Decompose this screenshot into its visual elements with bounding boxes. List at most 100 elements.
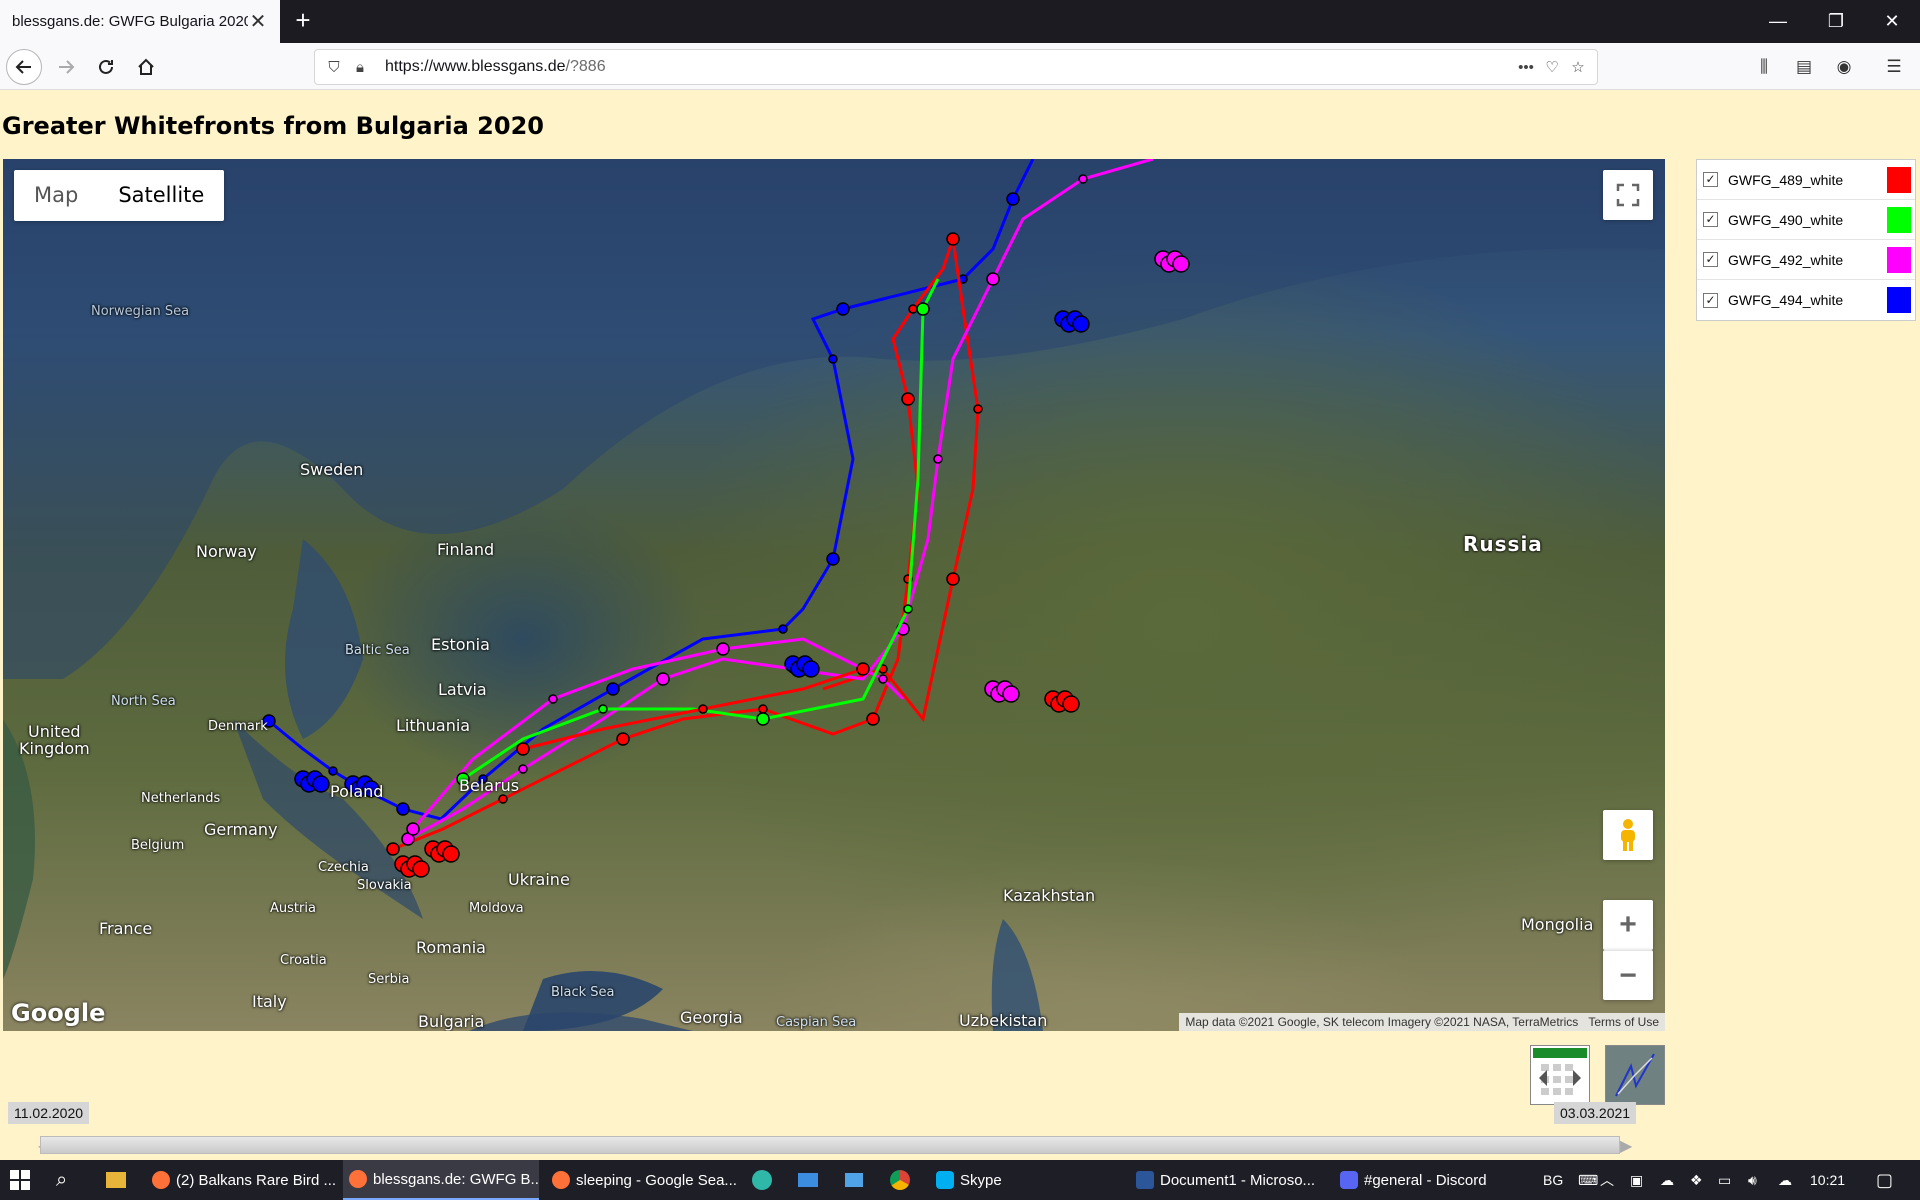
back-button[interactable] — [6, 49, 42, 85]
taskbar-item-skype[interactable]: Skype — [934, 1160, 1074, 1200]
restore-icon[interactable]: ❐ — [1808, 0, 1864, 43]
legend-row-494[interactable]: ✓ GWFG_494_white — [1697, 280, 1915, 320]
search-icon[interactable]: ⌕ — [56, 1160, 80, 1200]
track-point[interactable] — [406, 822, 420, 836]
track-point[interactable] — [758, 704, 768, 714]
track-point[interactable] — [901, 392, 915, 406]
track-point[interactable] — [828, 354, 838, 364]
legend-row-490[interactable]: ✓ GWFG_490_white — [1697, 200, 1915, 240]
location-cluster-point[interactable] — [1172, 255, 1190, 273]
legend-row-489[interactable]: ✓ GWFG_489_white — [1697, 160, 1915, 200]
dropbox-icon[interactable]: ❖ — [1690, 1160, 1703, 1200]
edge-icon[interactable] — [752, 1160, 776, 1200]
library-icon[interactable]: ⫼ — [1752, 55, 1776, 79]
terms-link[interactable]: Terms of Use — [1588, 1013, 1659, 1031]
location-cluster-point[interactable] — [412, 860, 430, 878]
map-type-satellite-button[interactable]: Satellite — [98, 170, 224, 221]
track-point[interactable] — [616, 732, 630, 746]
url-bar[interactable]: ⛉ 🔒︎ https://www.blessgans.de/?886 ••• ♡… — [314, 49, 1598, 85]
track-point[interactable] — [778, 624, 788, 634]
track-point[interactable] — [946, 572, 960, 586]
account-icon[interactable]: ◉ — [1832, 55, 1856, 79]
forward-button[interactable] — [48, 49, 84, 85]
track-point[interactable] — [656, 672, 670, 686]
volume-icon[interactable]: 🔊︎ — [1748, 1160, 1757, 1200]
map-type-map-button[interactable]: Map — [14, 170, 98, 221]
home-button[interactable] — [128, 49, 164, 85]
track-point[interactable] — [598, 704, 608, 714]
location-cluster-point[interactable] — [442, 845, 460, 863]
mail-icon[interactable] — [798, 1160, 822, 1200]
overview-map-button[interactable] — [1605, 1045, 1665, 1105]
track-point[interactable] — [328, 766, 338, 776]
street-view-pegman[interactable] — [1603, 810, 1653, 860]
track-point[interactable] — [1078, 174, 1088, 184]
track-point[interactable] — [516, 742, 530, 756]
minimize-icon[interactable]: — — [1750, 0, 1806, 43]
zoom-out-button[interactable]: − — [1603, 950, 1653, 1000]
track-point[interactable] — [866, 712, 880, 726]
timeline-right-arrow-icon[interactable]: ▶ — [1620, 1136, 1632, 1156]
pocket-icon[interactable]: ♡ — [1539, 54, 1565, 80]
track-point[interactable] — [856, 662, 870, 676]
track-point[interactable] — [946, 232, 960, 246]
track-point[interactable] — [916, 302, 930, 316]
fullscreen-button[interactable] — [1603, 170, 1653, 220]
location-cluster-point[interactable] — [802, 660, 820, 678]
tray-chevron-icon[interactable]: ︿ — [1600, 1160, 1614, 1200]
location-cluster-point[interactable] — [312, 775, 330, 793]
file-explorer-icon[interactable] — [106, 1160, 130, 1200]
track-point[interactable] — [518, 764, 528, 774]
track-point[interactable] — [498, 794, 508, 804]
chrome-icon[interactable] — [890, 1160, 914, 1200]
zoom-in-button[interactable]: + — [1603, 900, 1653, 950]
notifications-icon[interactable]: ▢ — [1876, 1160, 1893, 1200]
legend-checkbox-489[interactable]: ✓ — [1703, 172, 1718, 187]
track-point[interactable] — [386, 842, 400, 856]
track-point[interactable] — [1006, 192, 1020, 206]
tab-close-icon[interactable]: ✕ — [248, 9, 268, 34]
location-cluster-point[interactable] — [1002, 685, 1020, 703]
app-icon[interactable] — [845, 1160, 869, 1200]
location-cluster-point[interactable] — [1062, 695, 1080, 713]
legend-checkbox-494[interactable]: ✓ — [1703, 292, 1718, 308]
new-tab-icon[interactable]: + — [288, 6, 318, 36]
track-point[interactable] — [908, 304, 918, 314]
track-point[interactable] — [836, 302, 850, 316]
track-point[interactable] — [986, 272, 1000, 286]
taskbar-item-blessgans[interactable]: blessgans.de: GWFG B... — [343, 1160, 539, 1200]
legend-checkbox-490[interactable]: ✓ — [1703, 212, 1718, 227]
menu-icon[interactable]: ☰ — [1882, 55, 1906, 79]
clock-time[interactable]: 10:21 — [1810, 1160, 1845, 1200]
taskbar-item-balkans[interactable]: (2) Balkans Rare Bird ... — [146, 1160, 336, 1200]
onedrive-icon[interactable]: ☁ — [1778, 1160, 1792, 1200]
track-point[interactable] — [903, 604, 913, 614]
timeline-slider[interactable] — [40, 1136, 1620, 1154]
tab-active[interactable]: blessgans.de: GWFG Bulgaria 2020 ✕ — [0, 0, 280, 43]
taskbar-item-sleeping[interactable]: sleeping - Google Sea... — [546, 1160, 736, 1200]
shield-icon[interactable]: ⛉ — [321, 54, 347, 80]
meet-now-icon[interactable]: ▣ — [1630, 1160, 1643, 1200]
track-point[interactable] — [826, 552, 840, 566]
language-indicator[interactable]: BG — [1543, 1160, 1563, 1200]
sidebar-icon[interactable]: ▤ — [1792, 55, 1816, 79]
windows-start-icon[interactable] — [10, 1160, 34, 1200]
track-point[interactable] — [756, 712, 770, 726]
bookmark-star-icon[interactable]: ☆ — [1565, 54, 1591, 80]
taskbar-item-word[interactable]: Document1 - Microso... — [1134, 1160, 1324, 1200]
location-cluster-point[interactable] — [1072, 315, 1090, 333]
window-close-icon[interactable]: ✕ — [1864, 0, 1920, 43]
track-point[interactable] — [878, 674, 888, 684]
keyboard-icon[interactable]: ⌨ — [1578, 1160, 1598, 1200]
page-actions-icon[interactable]: ••• — [1513, 54, 1539, 80]
track-point[interactable] — [933, 454, 943, 464]
track-point[interactable] — [973, 404, 983, 414]
legend-row-492[interactable]: ✓ GWFG_492_white — [1697, 240, 1915, 280]
calendar-button[interactable] — [1530, 1045, 1590, 1105]
lock-icon[interactable]: 🔒︎ — [347, 54, 373, 80]
track-point[interactable] — [606, 682, 620, 696]
map-view[interactable]: Norwegian Sea Sweden Norway Finland Esto… — [3, 159, 1665, 1031]
reload-button[interactable] — [88, 49, 124, 85]
track-point[interactable] — [698, 704, 708, 714]
network-icon[interactable]: ▭ — [1718, 1160, 1731, 1200]
